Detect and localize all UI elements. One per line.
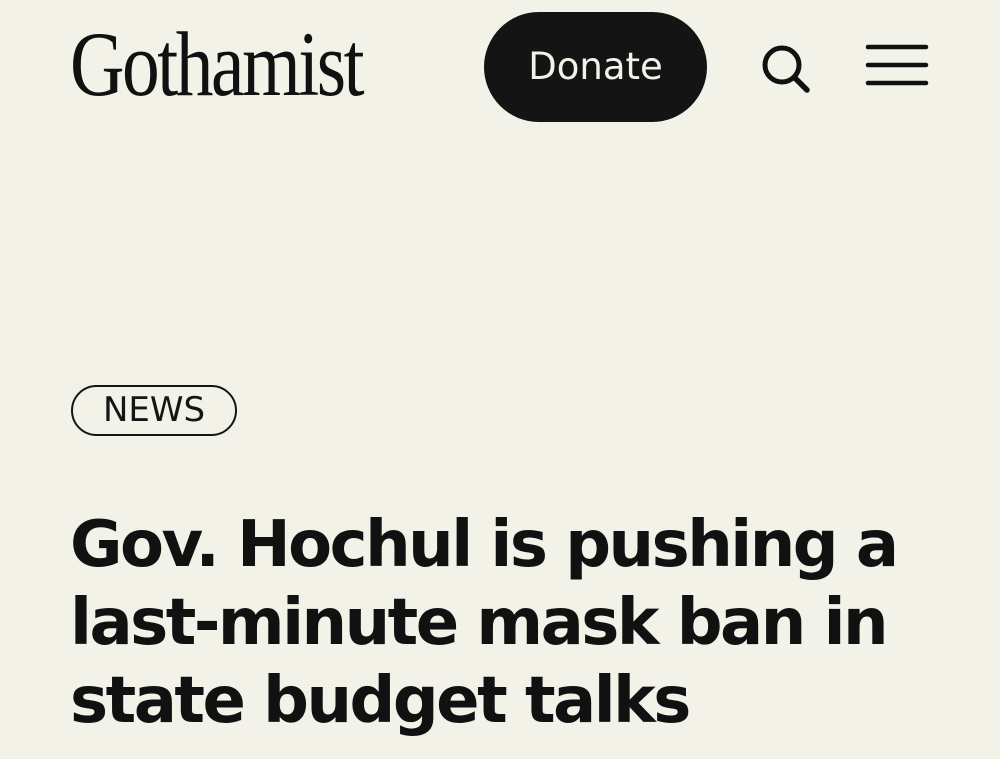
menu-button[interactable] <box>864 40 930 90</box>
article-headline: Gov. Hochul is pushing a last-minute mas… <box>70 508 899 738</box>
site-logo[interactable]: Gothamist <box>70 14 365 114</box>
donate-button[interactable]: Donate <box>484 12 707 122</box>
site-header: Gothamist Donate <box>0 0 1000 135</box>
category-tag[interactable]: NEWS <box>71 385 238 436</box>
search-icon <box>762 45 810 93</box>
hamburger-menu-icon <box>865 44 929 86</box>
search-button[interactable] <box>758 40 814 96</box>
